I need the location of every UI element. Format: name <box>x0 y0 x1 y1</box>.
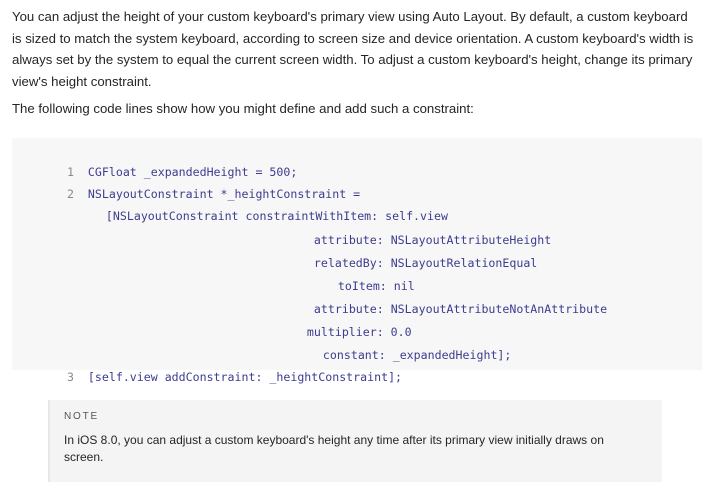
code-line: 3 [self.view addConstraint: _heightConstr… <box>12 347 402 384</box>
code-line: constant: _expandedHeight]; <box>295 325 511 362</box>
intro-paragraph: You can adjust the height of your custom… <box>12 9 694 89</box>
code-intro-paragraph: The following code lines show how you mi… <box>12 101 474 116</box>
code-line: relatedBy: NSLayoutRelationEqual <box>286 233 537 270</box>
code-line: toItem: nil <box>310 256 415 293</box>
line-number: 3 <box>66 370 74 384</box>
note-accent-bar <box>48 400 50 482</box>
note-text: In iOS 8.0, you can adjust a custom keyb… <box>64 433 604 464</box>
code-line: multiplier: 0.0 <box>279 302 412 339</box>
code-line: 2 NSLayoutConstraint *_heightConstraint = <box>12 164 360 201</box>
code-block: 1 CGFloat _expandedHeight = 500; 2 NSLayou… <box>12 138 702 384</box>
code-line: attribute: NSLayoutAttributeHeight <box>286 210 551 247</box>
code-text: [self.view addConstraint: _heightConstra… <box>87 370 403 384</box>
code-line: 1 CGFloat _expandedHeight = 500; <box>12 142 297 179</box>
note-label: NOTE <box>64 411 99 422</box>
code-line: [NSLayoutConstraint constraintWithItem: … <box>78 186 448 223</box>
code-line: attribute: NSLayoutAttributeNotAnAttribu… <box>286 279 607 316</box>
